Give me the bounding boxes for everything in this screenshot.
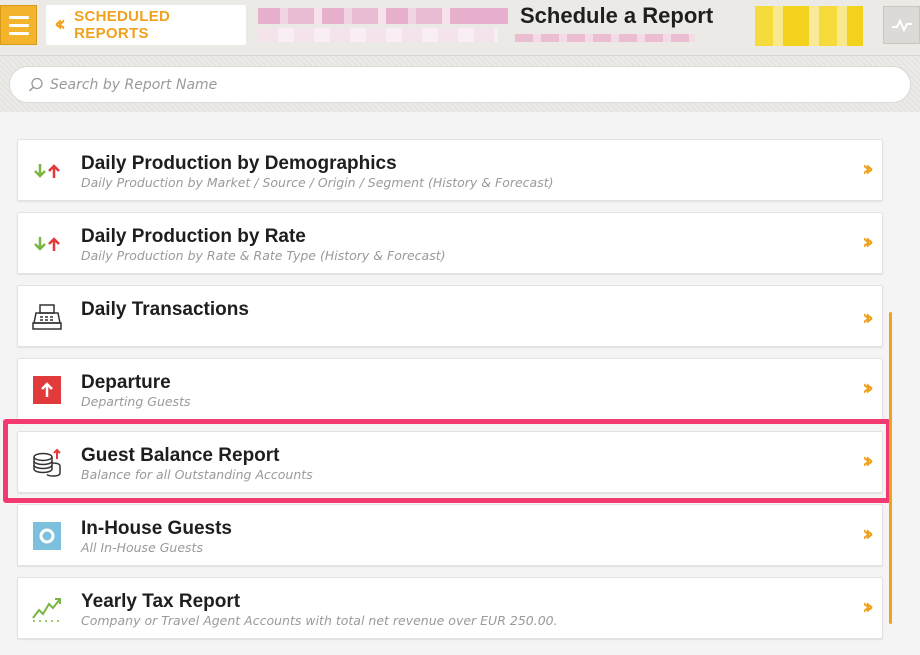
redacted-logo <box>755 6 863 46</box>
coins-icon <box>30 448 64 478</box>
report-item-departure[interactable]: Departure Departing Guests ›› <box>17 358 883 420</box>
search-box[interactable] <box>9 66 911 103</box>
report-name: Daily Transactions <box>81 299 249 320</box>
report-description: All In-House Guests <box>81 540 203 555</box>
hamburger-icon <box>8 23 29 27</box>
search-input[interactable] <box>50 76 750 93</box>
hamburger-menu-button[interactable] <box>0 5 37 45</box>
activity-button[interactable] <box>883 6 920 44</box>
trend-chart-icon <box>30 594 64 624</box>
report-item-daily-production-by-demographics[interactable]: Daily Production by Demographics Daily P… <box>17 139 883 201</box>
departure-arrow-icon <box>30 375 64 405</box>
activity-icon <box>891 18 912 32</box>
top-bar: ‹‹ SCHEDULED REPORTS Schedule a Report <box>0 0 920 56</box>
arrows-up-down-icon <box>30 229 64 259</box>
back-button-label: SCHEDULED REPORTS <box>74 8 171 42</box>
double-chevron-right-icon: ›› <box>861 449 874 474</box>
report-item-guest-balance-report[interactable]: Guest Balance Report Balance for all Out… <box>17 431 883 493</box>
report-item-daily-production-by-rate[interactable]: Daily Production by Rate Daily Productio… <box>17 212 883 274</box>
redacted-text <box>472 8 508 24</box>
report-name: Daily Production by Rate <box>81 226 306 247</box>
report-name: Departure <box>81 372 171 393</box>
report-name: Guest Balance Report <box>81 445 280 466</box>
redacted-text <box>258 8 508 24</box>
hamburger-icon <box>8 31 29 35</box>
double-chevron-right-icon: ›› <box>861 157 874 182</box>
report-description: Daily Production by Rate & Rate Type (Hi… <box>81 248 446 263</box>
double-chevron-right-icon: ›› <box>861 306 874 331</box>
scrollbar[interactable] <box>889 312 892 624</box>
report-description: Balance for all Outstanding Accounts <box>81 467 313 482</box>
double-chevron-left-icon: ‹‹ <box>54 12 66 37</box>
report-description: Departing Guests <box>81 394 191 409</box>
search-bar-area <box>0 56 920 112</box>
report-name: Daily Production by Demographics <box>81 153 397 174</box>
report-description: Daily Production by Market / Source / Or… <box>81 175 554 190</box>
redacted-text <box>258 28 498 42</box>
report-description: Company or Travel Agent Accounts with to… <box>81 613 558 628</box>
double-chevron-right-icon: ›› <box>861 376 874 401</box>
double-chevron-right-icon: ›› <box>861 595 874 620</box>
report-item-daily-transactions[interactable]: Daily Transactions ›› <box>17 285 883 347</box>
page-title: Schedule a Report <box>520 3 714 28</box>
report-item-in-house-guests[interactable]: In-House Guests All In-House Guests ›› <box>17 504 883 566</box>
search-icon <box>28 77 43 92</box>
in-house-icon <box>30 521 64 551</box>
double-chevron-right-icon: ›› <box>861 522 874 547</box>
double-chevron-right-icon: ›› <box>861 230 874 255</box>
back-to-scheduled-reports-button[interactable]: ‹‹ SCHEDULED REPORTS <box>46 5 246 45</box>
cash-register-icon <box>30 302 64 332</box>
arrows-up-down-icon <box>30 156 64 186</box>
report-name: Yearly Tax Report <box>81 591 241 612</box>
hamburger-icon <box>8 15 29 19</box>
report-item-yearly-tax-report[interactable]: Yearly Tax Report Company or Travel Agen… <box>17 577 883 639</box>
report-name: In-House Guests <box>81 518 232 539</box>
redacted-text <box>515 34 695 42</box>
